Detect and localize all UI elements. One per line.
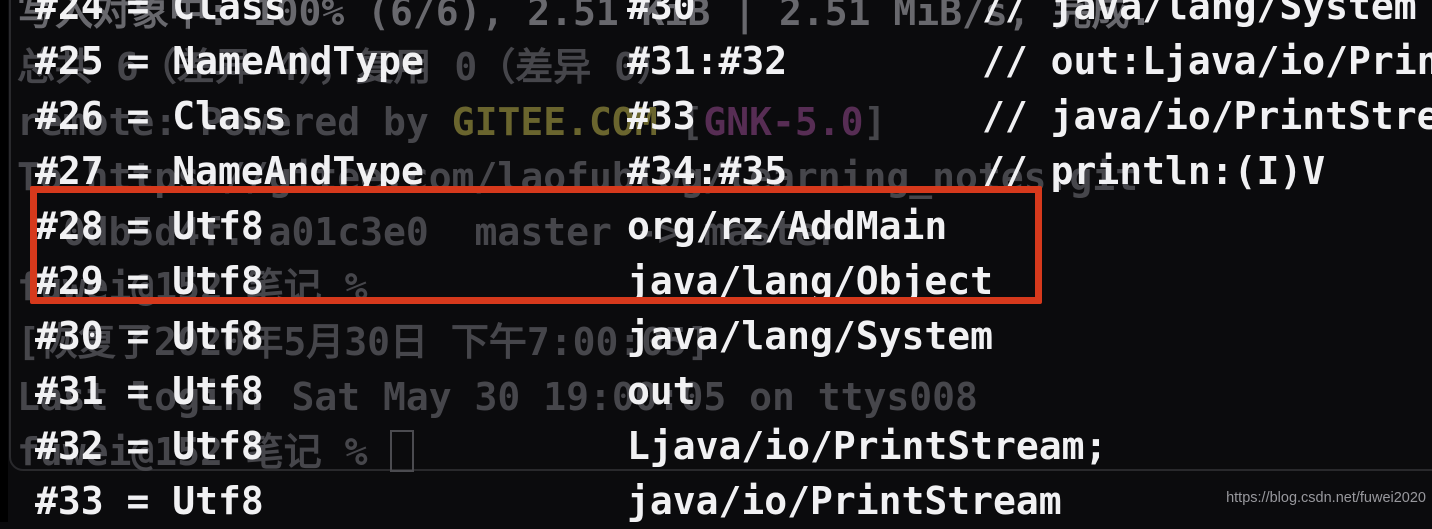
constant-value: #34:#35 <box>627 149 788 193</box>
constant-index-and-tag: #32 = Utf8 <box>35 424 264 468</box>
constant-index-and-tag: #25 = NameAndType <box>35 39 424 83</box>
constant-index-and-tag: #24 = Class <box>35 0 287 28</box>
constant-index-and-tag: #30 = Utf8 <box>35 314 264 358</box>
constant-value: #31:#32 <box>627 39 788 83</box>
constant-index-and-tag: #31 = Utf8 <box>35 369 264 413</box>
constant-comment: // out:Ljava/io/PrintStream; <box>982 39 1432 83</box>
javap-line: #30 = Utf8 java/lang/System <box>0 309 1432 364</box>
constant-comment: // java/io/PrintStream <box>982 94 1432 138</box>
constant-index-and-tag: #33 = Utf8 <box>35 479 264 523</box>
javap-line: #33 = Utf8 java/io/PrintStream <box>0 474 1432 529</box>
constant-index-and-tag: #26 = Class <box>35 94 287 138</box>
constant-comment: // println:(I)V <box>982 149 1326 193</box>
javap-line: #25 = NameAndType #31:#32 // out:Ljava/io/… <box>0 34 1432 89</box>
constant-value: #30 <box>627 0 696 28</box>
constant-index-and-tag: #27 = NameAndType <box>35 149 424 193</box>
watermark-url: https://blog.csdn.net/fuwei2020 <box>1226 490 1426 506</box>
javap-line: #31 = Utf8 out <box>0 364 1432 419</box>
constant-comment: // java/lang/System <box>982 0 1417 28</box>
constant-value: out <box>627 369 696 413</box>
javap-line: #24 = Class #30 // java/lang/System <box>0 0 1432 34</box>
javap-line: #32 = Utf8 Ljava/io/PrintStream; <box>0 419 1432 474</box>
constant-index-and-tag: #28 = Utf8 <box>35 204 264 248</box>
javap-line: #27 = NameAndType #34:#35 // println:(I)V <box>0 144 1432 199</box>
terminal-screenshot: { "palette": { "foreground": "#f1f1f3", … <box>0 0 1432 523</box>
constant-value: #33 <box>627 94 696 138</box>
constant-value: java/io/PrintStream <box>627 479 1062 523</box>
constant-value: Ljava/io/PrintStream; <box>627 424 1108 468</box>
constant-value: java/lang/System <box>627 314 994 358</box>
constant-index-and-tag: #29 = Utf8 <box>35 259 264 303</box>
constant-value: java/lang/Object <box>627 259 994 303</box>
javap-line: #29 = Utf8 java/lang/Object <box>0 254 1432 309</box>
javap-line: #28 = Utf8 org/rz/AddMain <box>0 199 1432 254</box>
javap-line: #26 = Class #33 // java/io/PrintStream <box>0 89 1432 144</box>
constant-value: org/rz/AddMain <box>627 204 948 248</box>
